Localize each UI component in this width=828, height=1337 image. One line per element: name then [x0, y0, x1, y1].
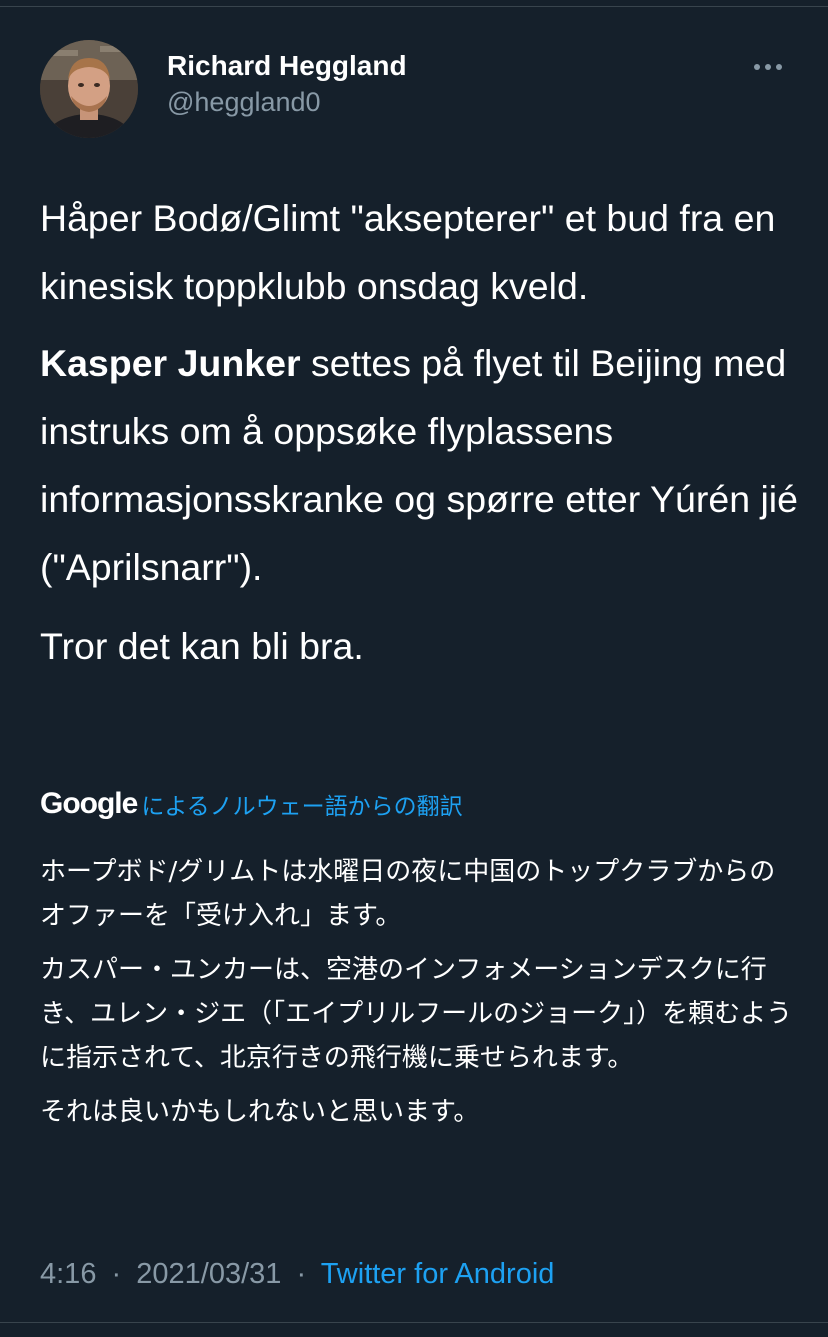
translated-paragraph: それは良いかもしれないと思います。: [40, 1097, 480, 1127]
author-info[interactable]: Richard Heggland @heggland0: [167, 48, 407, 120]
tweet-paragraph: Håper Bodø/Glimt "aksepterer" et bud fra…: [40, 197, 776, 307]
user-handle[interactable]: @heggland0: [167, 84, 407, 120]
tweet-paragraph: Tror det kan bli bra.: [40, 625, 364, 667]
meta-separator: ·: [111, 1258, 122, 1290]
bottom-divider: [0, 1322, 828, 1323]
tweet-header: Richard Heggland @heggland0: [40, 40, 790, 140]
translated-paragraph: カスパー・ユンカーは、空港のインフォメーションデスクに行き、ユレン・ジエ（「エイ…: [40, 955, 793, 1073]
ellipsis-icon: [754, 64, 782, 70]
meta-separator: ·: [296, 1258, 307, 1290]
bold-name: Kasper Junker: [40, 342, 301, 384]
tweet-date[interactable]: 2021/03/31: [136, 1258, 281, 1290]
display-name[interactable]: Richard Heggland: [167, 48, 407, 84]
top-divider: [0, 6, 828, 7]
avatar[interactable]: [40, 40, 138, 138]
google-logo: Google: [40, 787, 138, 820]
tweet-meta: 4:16 · 2021/03/31 · Twitter for Android: [40, 1254, 554, 1294]
avatar-image: [40, 40, 138, 138]
translation-link[interactable]: によるノルウェー語からの翻訳: [141, 787, 462, 821]
more-options-button[interactable]: [746, 52, 790, 82]
tweet-source-link[interactable]: Twitter for Android: [321, 1258, 555, 1290]
tweet-time[interactable]: 4:16: [40, 1258, 96, 1290]
tweet-text: Håper Bodø/Glimt "aksepterer" et bud fra…: [40, 184, 800, 680]
translation-attribution: Google によるノルウェー語からの翻訳: [40, 784, 463, 824]
tweet-paragraph: Kasper Junker settes på flyet til Beijin…: [40, 329, 800, 601]
translated-text: ホープボド/グリムトは水曜日の夜に中国のトップクラブからのオファーを「受け入れ」…: [40, 850, 800, 1134]
translated-paragraph: ホープボド/グリムトは水曜日の夜に中国のトップクラブからのオファーを「受け入れ」…: [40, 857, 776, 931]
